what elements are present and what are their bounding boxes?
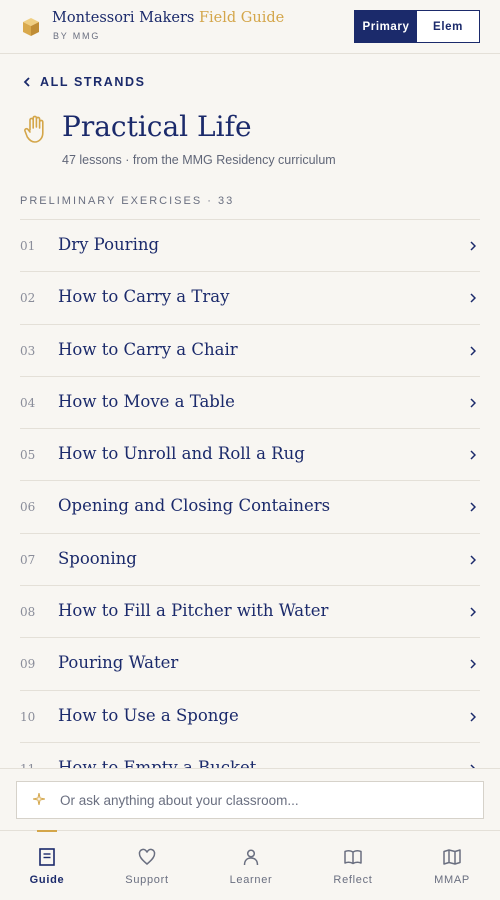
lesson-name: Pouring Water bbox=[58, 653, 179, 673]
brand-byline: BY MMG bbox=[53, 31, 101, 41]
brand-main: Montessori Makers bbox=[52, 10, 195, 26]
page-title: Practical Life bbox=[62, 110, 252, 143]
lesson-name: How to Carry a Tray bbox=[58, 287, 230, 307]
lesson-row[interactable]: 05 How to Unroll and Roll a Rug bbox=[20, 428, 480, 480]
chevron-left-icon bbox=[23, 77, 30, 87]
lesson-row[interactable]: 01 Dry Pouring bbox=[20, 219, 480, 271]
cube-logo-icon bbox=[23, 18, 39, 36]
chevron-right-icon bbox=[470, 398, 476, 408]
lesson-number: 04 bbox=[20, 395, 36, 410]
lesson-number: 03 bbox=[20, 343, 36, 358]
chevron-right-icon bbox=[470, 502, 476, 513]
nav-support-label: Support bbox=[125, 874, 169, 886]
back-label: ALL STRANDS bbox=[40, 75, 146, 89]
section-header: PRELIMINARY EXERCISES · 33 bbox=[20, 195, 235, 207]
sparkle-icon bbox=[33, 793, 45, 805]
chevron-right-icon bbox=[470, 293, 476, 303]
nav-support[interactable]: Support bbox=[97, 831, 197, 900]
lesson-row[interactable]: 02 How to Carry a Tray bbox=[20, 271, 480, 323]
lesson-number: 02 bbox=[20, 291, 36, 306]
lesson-list: 01 Dry Pouring 02 How to Carry a Tray 03 How … bbox=[20, 219, 480, 794]
lesson-name: Dry Pouring bbox=[58, 235, 160, 254]
ask-bar-container: Or ask anything about your classroom... bbox=[0, 768, 500, 830]
map-icon bbox=[443, 849, 461, 865]
lesson-number: 08 bbox=[20, 605, 36, 620]
level-toggle: Primary Elem bbox=[354, 10, 480, 43]
lesson-name: How to Move a Table bbox=[58, 391, 235, 411]
lesson-number: 06 bbox=[20, 500, 36, 515]
brand-title[interactable]: Montessori Makers Field Guide bbox=[52, 10, 284, 26]
level-elem-button[interactable]: Elem bbox=[417, 11, 479, 42]
person-icon bbox=[243, 849, 259, 866]
chevron-right-icon bbox=[470, 712, 476, 722]
nav-learner-label: Learner bbox=[229, 874, 273, 886]
chevron-right-icon bbox=[470, 450, 476, 460]
nav-mmap[interactable]: MMAP bbox=[402, 831, 500, 900]
chevron-right-icon bbox=[470, 346, 476, 356]
lesson-name: How to Carry a Chair bbox=[58, 339, 238, 359]
lesson-name: How to Unroll and Roll a Rug bbox=[58, 444, 305, 464]
lesson-name: How to Use a Sponge bbox=[58, 705, 239, 725]
lesson-row[interactable]: 10 How to Use a Sponge bbox=[20, 689, 480, 742]
lesson-name: Opening and Closing Containers bbox=[58, 496, 331, 516]
lesson-number: 01 bbox=[20, 239, 36, 253]
bottom-nav: Guide Support Learner Reflect MMAP bbox=[0, 830, 500, 900]
heart-icon bbox=[138, 848, 156, 865]
chevron-right-icon bbox=[470, 555, 476, 565]
lesson-row[interactable]: 08 How to Fill a Pitcher with Water bbox=[20, 585, 480, 637]
app-header: Montessori Makers Field Guide BY MMG Pri… bbox=[0, 0, 500, 54]
nav-guide[interactable]: Guide bbox=[0, 831, 97, 900]
book-icon bbox=[39, 848, 55, 866]
open-book-icon bbox=[344, 850, 362, 865]
lesson-name: How to Fill a Pitcher with Water bbox=[58, 601, 329, 621]
lesson-name: Spooning bbox=[58, 548, 137, 568]
hand-icon bbox=[24, 115, 44, 143]
nav-reflect-label: Reflect bbox=[333, 874, 373, 886]
lesson-number: 10 bbox=[20, 709, 36, 724]
nav-learner[interactable]: Learner bbox=[201, 831, 301, 900]
lesson-number: 09 bbox=[20, 657, 36, 672]
lesson-row[interactable]: 09 Pouring Water bbox=[20, 637, 480, 689]
nav-mmap-label: MMAP bbox=[434, 874, 470, 886]
ask-placeholder: Or ask anything about your classroom... bbox=[60, 793, 299, 808]
lesson-number: 07 bbox=[20, 552, 36, 567]
lesson-row[interactable]: 04 How to Move a Table bbox=[20, 375, 480, 428]
chevron-right-icon bbox=[470, 241, 476, 251]
lesson-row[interactable]: 03 How to Carry a Chair bbox=[20, 323, 480, 376]
lesson-row[interactable]: 07 Spooning bbox=[20, 532, 480, 585]
nav-reflect[interactable]: Reflect bbox=[303, 831, 403, 900]
level-primary-button[interactable]: Primary bbox=[355, 11, 417, 42]
ask-input[interactable]: Or ask anything about your classroom... bbox=[16, 781, 484, 819]
lesson-number: 05 bbox=[20, 448, 36, 463]
chevron-right-icon bbox=[470, 659, 476, 669]
chevron-right-icon bbox=[470, 607, 476, 617]
back-to-strands-link[interactable]: ALL STRANDS bbox=[22, 75, 146, 89]
page-subtitle: 47 lessons · from the MMG Residency curr… bbox=[62, 153, 336, 167]
brand-accent: Field Guide bbox=[198, 10, 285, 26]
lesson-row[interactable]: 06 Opening and Closing Containers bbox=[20, 480, 480, 532]
nav-guide-label: Guide bbox=[29, 874, 65, 886]
